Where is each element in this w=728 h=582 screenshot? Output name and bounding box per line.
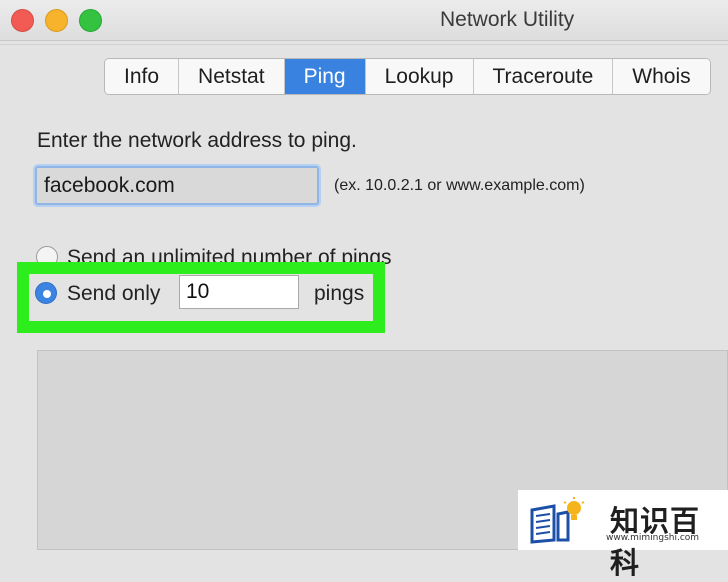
tab-whois[interactable]: Whois [613,59,710,94]
book-lightbulb-icon [530,497,585,544]
tab-bar: Info Netstat Ping Lookup Traceroute Whoi… [104,58,711,95]
tab-info[interactable]: Info [105,59,180,94]
address-example-hint: (ex. 10.0.2.1 or www.example.com) [334,177,585,194]
watermark: 知识百科 www.mimingshi.com [518,490,728,580]
watermark-url: www.mimingshi.com [606,533,700,543]
tab-netstat[interactable]: Netstat [179,59,285,94]
minimize-window-button[interactable] [45,9,68,32]
address-input[interactable]: facebook.com [35,166,319,205]
zoom-window-button[interactable] [79,9,102,32]
tab-ping[interactable]: Ping [284,59,366,94]
tab-lookup[interactable]: Lookup [365,59,474,94]
send-only-label: Send only [67,282,161,305]
close-window-button[interactable] [11,9,34,32]
toolbar-divider [0,44,728,45]
title-bar: Network Utility [0,0,728,41]
tab-traceroute[interactable]: Traceroute [473,59,614,94]
address-prompt: Enter the network address to ping. [37,129,357,152]
pings-label: pings [314,282,365,305]
ping-count-input[interactable]: 10 [179,275,299,309]
send-only-radio[interactable] [35,282,57,304]
window-title: Network Utility [440,8,575,31]
